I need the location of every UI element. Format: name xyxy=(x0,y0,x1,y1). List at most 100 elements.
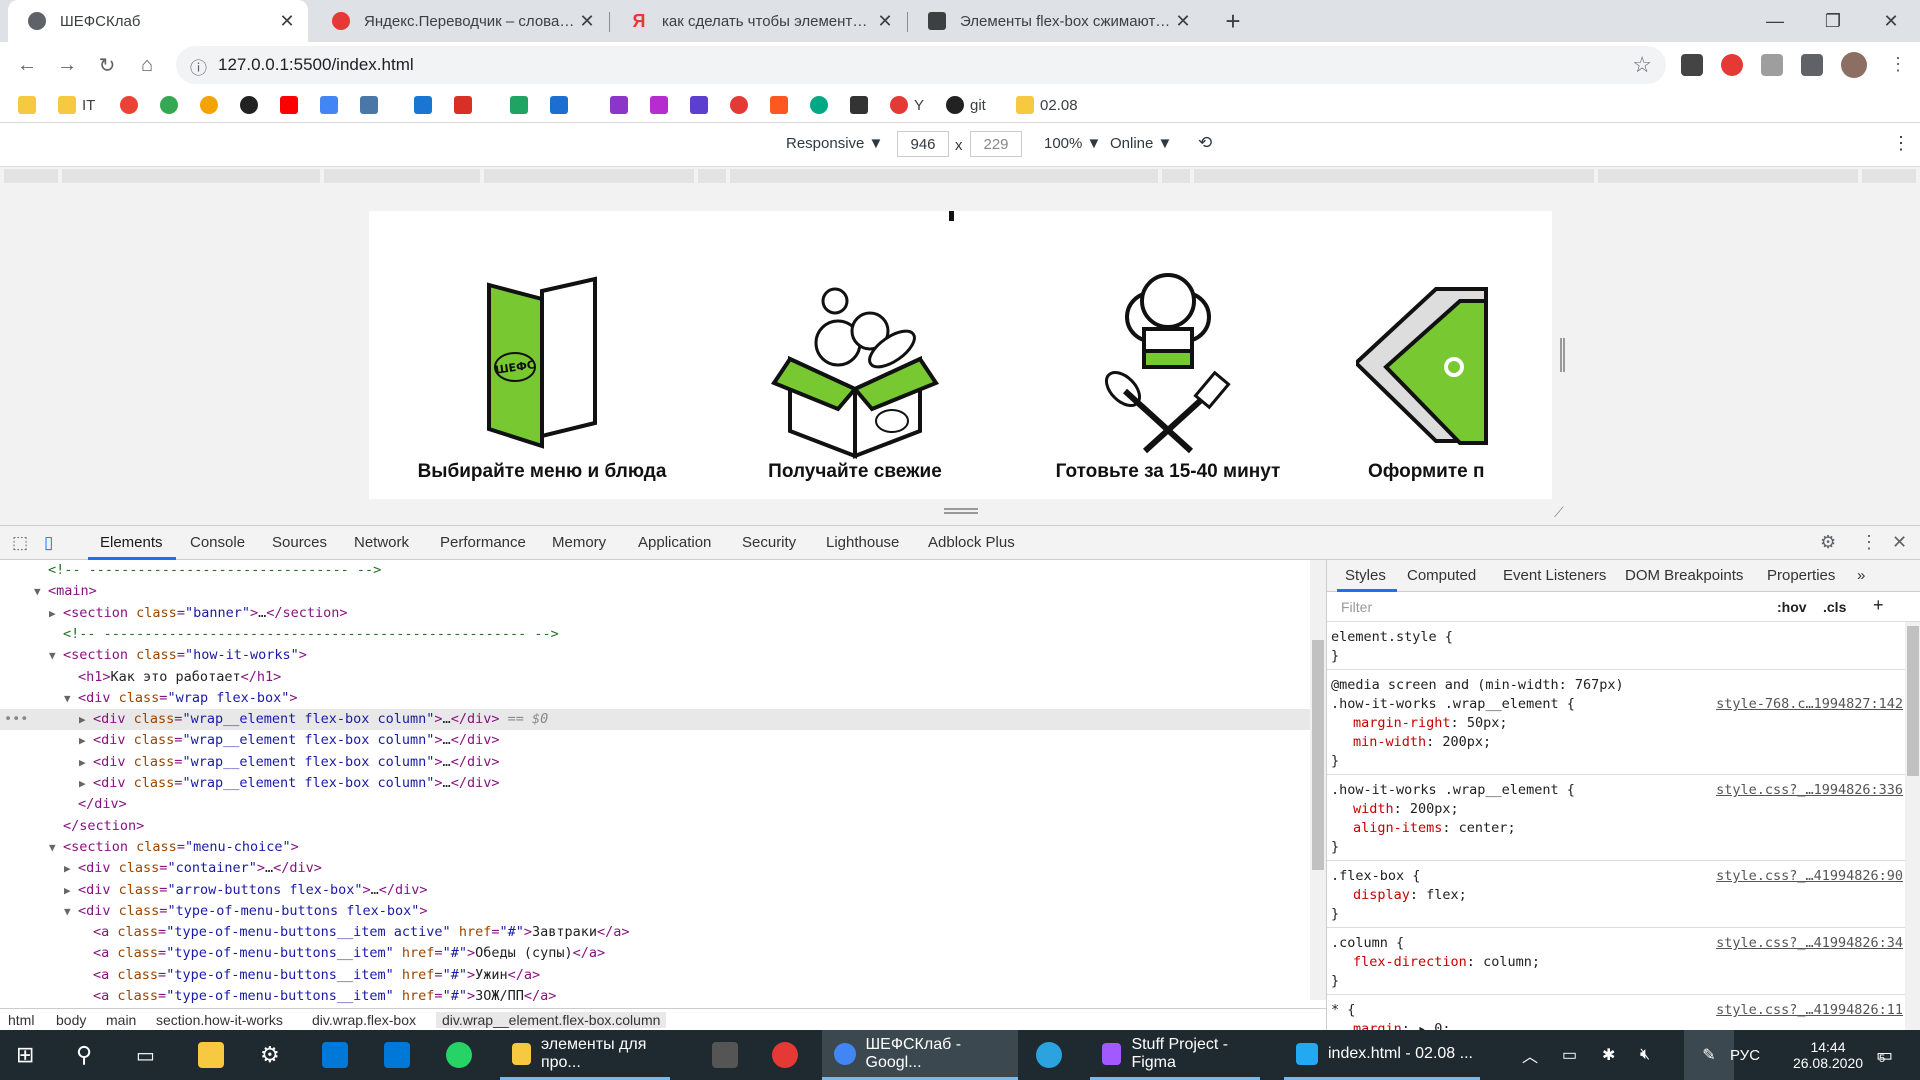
dom-node[interactable]: <a class="type-of-menu-buttons__item" hr… xyxy=(0,943,1310,964)
device-toggle-icon[interactable]: ▯ xyxy=(44,533,53,553)
window-close-button[interactable]: ✕ xyxy=(1862,0,1920,42)
store-icon[interactable] xyxy=(322,1042,348,1068)
cls-toggle[interactable]: .cls xyxy=(1823,599,1846,615)
yandex-browser-icon[interactable] xyxy=(772,1042,798,1068)
bookmark-cube[interactable] xyxy=(690,95,714,115)
tab-sources[interactable]: Sources xyxy=(272,534,327,551)
mail-icon[interactable] xyxy=(384,1042,410,1068)
device-mode-select[interactable]: Responsive ▼ xyxy=(786,135,883,152)
dom-node[interactable]: ▼ <section class="how-it-works"> xyxy=(0,645,1310,666)
dom-tree-scrollbar[interactable] xyxy=(1310,560,1326,1000)
bookmark-maps-2[interactable] xyxy=(160,95,184,115)
reload-button[interactable]: ↻ xyxy=(90,48,124,82)
dom-node[interactable]: ▶ <div class="wrap__element flex-box colu… xyxy=(0,752,1310,773)
info-icon[interactable]: ⓘ xyxy=(190,54,207,79)
address-bar[interactable]: ⓘ 127.0.0.1:5500/index.html ☆ xyxy=(176,46,1666,84)
rotate-icon[interactable]: ⟲ xyxy=(1198,133,1212,153)
dom-node[interactable]: ▼ <section class="menu-choice"> xyxy=(0,837,1310,858)
search-icon[interactable]: ⚲ xyxy=(76,1030,92,1080)
tab-adblock-plus[interactable]: Adblock Plus xyxy=(928,534,1015,551)
close-icon[interactable]: ✕ xyxy=(1172,10,1194,32)
close-devtools-icon[interactable]: ✕ xyxy=(1892,532,1907,553)
bookmark-youtube[interactable] xyxy=(280,95,304,115)
dom-node[interactable]: ▼ <main> xyxy=(0,581,1310,602)
breadcrumb-item[interactable]: html xyxy=(8,1012,34,1028)
tab-computed[interactable]: Computed xyxy=(1407,567,1476,584)
whatsapp-icon[interactable] xyxy=(446,1042,472,1068)
tab-elements[interactable]: Elements xyxy=(100,534,163,551)
bookmark-gmail[interactable] xyxy=(454,95,478,115)
forward-button[interactable]: → xyxy=(50,48,84,82)
close-icon[interactable]: ✕ xyxy=(874,10,896,32)
tab-flexbox-question[interactable]: Элементы flex-box сжимаются д ✕ xyxy=(908,0,1204,42)
tab-properties[interactable]: Properties xyxy=(1767,567,1835,584)
style-rule[interactable]: element.style {} xyxy=(1327,622,1907,670)
dom-node[interactable]: <a class="type-of-menu-buttons__item" hr… xyxy=(0,986,1310,1007)
more-tabs-icon[interactable]: » xyxy=(1857,567,1865,584)
dom-node[interactable]: </section> xyxy=(0,816,1310,837)
bookmark-git[interactable]: git xyxy=(946,95,986,115)
bookmark-cap[interactable] xyxy=(850,95,874,115)
dom-node[interactable]: ▶ <section class="banner">…</section> xyxy=(0,603,1310,624)
styles-scrollbar[interactable] xyxy=(1905,622,1920,1030)
bookmark-circle[interactable] xyxy=(730,95,754,115)
bookmark-folder-0208[interactable]: 02.08 xyxy=(1016,95,1078,115)
tab-performance[interactable]: Performance xyxy=(440,534,526,551)
add-rule-icon[interactable]: + xyxy=(1873,595,1884,616)
dom-node[interactable]: <h1>Как это работает</h1> xyxy=(0,667,1310,688)
close-icon[interactable]: ✕ xyxy=(576,10,598,32)
telegram-icon[interactable] xyxy=(1036,1042,1062,1068)
dom-node[interactable]: <a class="type-of-menu-buttons__item" hr… xyxy=(0,965,1310,986)
bookmark-translate[interactable] xyxy=(320,95,344,115)
minimize-button[interactable]: — xyxy=(1746,0,1804,42)
media-query-bar[interactable] xyxy=(0,167,1920,185)
network-icon[interactable]: ▭ xyxy=(1562,1030,1577,1080)
task-view-icon[interactable]: ▭ xyxy=(136,1030,155,1080)
star-icon[interactable]: ☆ xyxy=(1632,52,1652,78)
tab-memory[interactable]: Memory xyxy=(552,534,606,551)
bookmark-bag[interactable] xyxy=(770,95,794,115)
avatar[interactable] xyxy=(1841,52,1867,78)
bookmark-chat[interactable] xyxy=(810,95,834,115)
sticky-notes-icon[interactable] xyxy=(198,1042,224,1068)
breadcrumb-item[interactable]: main xyxy=(106,1012,136,1028)
breadcrumb-item[interactable]: body xyxy=(56,1012,86,1028)
tab-security[interactable]: Security xyxy=(742,534,796,551)
viewport-height-input[interactable]: 229 xyxy=(970,131,1022,157)
hov-toggle[interactable]: :hov xyxy=(1777,599,1807,615)
tab-lighthouse[interactable]: Lighthouse xyxy=(826,534,899,551)
style-rule[interactable]: .column {style.css?_…41994826:34 flex-dir… xyxy=(1327,928,1907,995)
breadcrumb-item[interactable]: section.how-it-works xyxy=(156,1012,283,1028)
url-text[interactable]: 127.0.0.1:5500/index.html xyxy=(218,55,414,75)
corner-resize-handle[interactable]: ⟋ xyxy=(1554,504,1564,521)
viewport-width-input[interactable]: 946 xyxy=(897,131,949,157)
tab-styles[interactable]: Styles xyxy=(1345,567,1386,584)
inspect-element-icon[interactable]: ⬚ xyxy=(12,533,28,553)
filter-input[interactable]: Filter xyxy=(1341,599,1372,615)
notifications-icon[interactable]: ▭ 5 xyxy=(1876,1030,1893,1080)
more-menu-icon[interactable]: ⋮ xyxy=(1889,54,1907,75)
volume-muted-icon[interactable]: 🔇︎ xyxy=(1640,1030,1650,1080)
breadcrumb-item[interactable]: div.wrap.flex-box xyxy=(312,1012,416,1028)
more-options-icon[interactable]: ⋮ xyxy=(1892,133,1910,154)
home-button[interactable]: ⌂ xyxy=(130,48,164,82)
back-button[interactable]: ← xyxy=(10,48,44,82)
style-rule[interactable]: @media screen and (min-width: 767px) .how… xyxy=(1327,670,1907,775)
style-rule[interactable]: * {style.css?_…41994826:11margin: ▸ 0;} xyxy=(1327,995,1907,1030)
taskbar-app-chrome[interactable]: ШЕФСКлаб - Googl... xyxy=(822,1030,1018,1080)
dom-node[interactable]: <!-- -----------------------------------… xyxy=(0,624,1310,645)
new-tab-button[interactable]: + xyxy=(1218,6,1248,36)
tab-console[interactable]: Console xyxy=(190,534,245,551)
windows-start-icon[interactable]: ⊞ xyxy=(16,1030,34,1080)
tab-shefsklab[interactable]: ШЕФСКлаб ✕ xyxy=(8,0,308,42)
adblock-plus-icon[interactable] xyxy=(1721,54,1743,76)
language-indicator[interactable]: РУС xyxy=(1730,1030,1760,1080)
bookmark-drive[interactable] xyxy=(510,95,534,115)
tab-yandex-translate[interactable]: Яндекс.Переводчик – словарь и онлайн ✕ xyxy=(312,0,608,42)
tab-dom-breakpoints[interactable]: DOM Breakpoints xyxy=(1625,567,1743,584)
cast-icon[interactable] xyxy=(1761,54,1783,76)
taskbar-app-explorer[interactable]: элементы для про... xyxy=(500,1030,670,1080)
style-rule[interactable]: .how-it-works .wrap__element {style.css?… xyxy=(1327,775,1907,861)
bookmark-vk[interactable] xyxy=(360,95,384,115)
bookmark-edge[interactable] xyxy=(550,95,574,115)
